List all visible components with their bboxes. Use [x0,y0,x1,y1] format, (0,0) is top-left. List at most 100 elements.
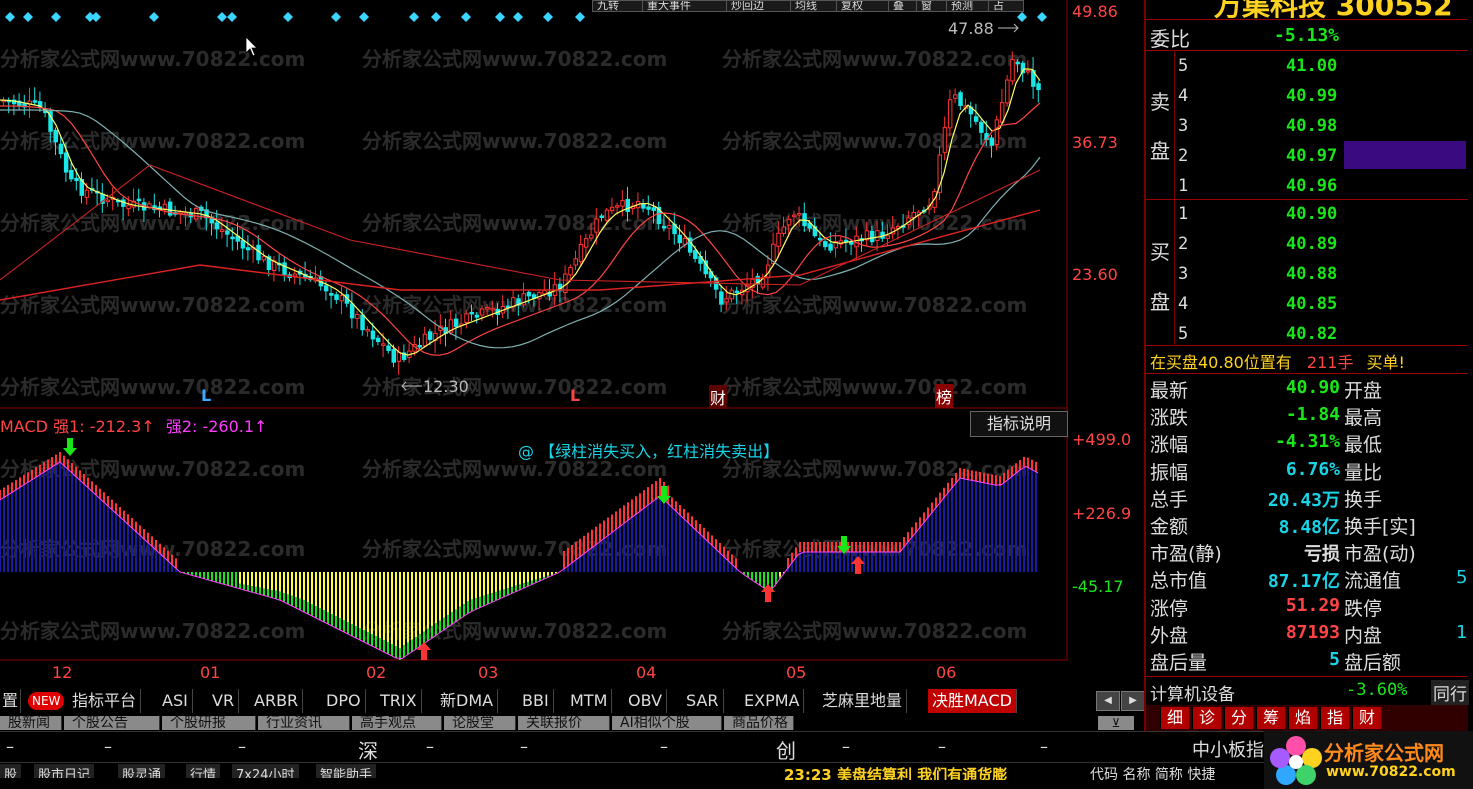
indicator-tab-0[interactable]: 指标平台 [68,689,142,713]
indicator-tab-3[interactable]: ARBR [250,689,304,713]
news-tab-5[interactable]: 论股堂 [444,716,516,730]
indicator-tab-8[interactable]: MTM [566,689,613,713]
news-tab-0[interactable]: 股新闻 [0,716,62,730]
tab-scroll-right-button[interactable]: ▶ [1121,691,1145,711]
toolbar-button-7[interactable]: 预测 [946,0,992,12]
indicator-tab-6[interactable]: 新DMA [436,689,499,713]
indicator-tab-11[interactable]: EXPMA [740,689,805,713]
quote-tab-3[interactable]: 筹 [1256,707,1285,729]
x-axis-label-jan: 01 [200,663,221,682]
indicator-tab-13[interactable]: 决胜MACD [928,689,1017,713]
toolbar-button-6[interactable]: 窗 [916,0,950,12]
news-tab-7[interactable]: AI相似个股 [612,716,722,730]
news-tab-1[interactable]: 个股公告 [64,716,160,730]
logo-url: www.70822.com [1326,764,1456,780]
stat-right-label-4: 换手 [1344,488,1383,511]
sell-level-price: 40.97 [1286,146,1338,166]
event-marker-l-blue[interactable]: L [201,386,211,405]
candle-body [781,226,786,234]
signal-diamond-11 [409,12,419,22]
indicator-tab-5[interactable]: TRIX [376,689,422,713]
candle-body [823,241,828,248]
indicator-tab-7[interactable]: BBI [518,689,554,713]
buy-level-price: 40.89 [1286,234,1338,254]
candle-body [651,207,656,211]
ticker-market-shenzhen[interactable]: 深 [358,735,378,764]
candle-body [105,199,110,203]
status-item-4[interactable]: 7x24小时 [232,764,299,778]
buy-level-2[interactable]: 2 40.89 [1176,229,1468,259]
sell-level-1[interactable]: 1 40.96 [1176,171,1468,201]
quote-tab-4[interactable]: 焰 [1288,707,1317,729]
event-marker-l-red[interactable]: L [570,386,580,405]
status-item-5[interactable]: 智能助手 [316,764,377,778]
toolbar-button-8[interactable]: 占 [988,0,1024,12]
news-tab-2[interactable]: 个股研报 [162,716,256,730]
macd-title-prefix: MACD [0,417,48,436]
sell-level-5[interactable]: 5 41.00 [1176,51,1468,81]
collapse-button[interactable]: ⊻ [1098,716,1134,730]
quote-tab-2[interactable]: 分 [1224,707,1253,729]
indicator-tab-9[interactable]: OBV [624,689,668,713]
quote-tab-1[interactable]: 诊 [1192,707,1221,729]
candle-body [942,127,948,153]
ticker-market-chinext[interactable]: 创 [776,735,796,764]
status-item-1[interactable]: 股市日记 [34,764,95,778]
candle-body [979,121,984,133]
candle-body [661,225,667,229]
sell-level-3[interactable]: 3 40.98 [1176,111,1468,141]
status-item-3[interactable]: 行情 [186,764,221,778]
indicator-tab-12[interactable]: 芝麻里地量 [818,689,908,713]
status-scrolling-news[interactable]: 23:23 美盘结算利 我们有通货膨 [784,764,1084,780]
status-item-0[interactable]: 股 [0,764,22,778]
candle-body [609,206,615,212]
stat-right-label-3: 量比 [1344,461,1383,484]
event-marker-rank[interactable]: 榜 [935,384,954,408]
quote-tab-6[interactable]: 财 [1352,707,1381,729]
candle-body [599,215,604,219]
status-item-2[interactable]: 股灵通 [118,764,166,778]
candle-body [1010,59,1015,82]
wei-bi-label: 委比 [1150,27,1190,51]
buy-level-3[interactable]: 3 40.88 [1176,259,1468,289]
buy-level-4[interactable]: 4 40.85 [1176,289,1468,319]
candle-body [989,137,994,146]
quote-tab-5[interactable]: 指 [1320,707,1349,729]
stat-value-6: 亏损 [1304,544,1340,566]
news-tab-6[interactable]: 关联报价 [518,716,610,730]
toolbar-button-3[interactable]: 均线 [790,0,840,12]
indicator-tab-1[interactable]: ASI [158,689,193,713]
news-tab-3[interactable]: 行业资讯 [258,716,350,730]
price-axis-label-top: 49.86 [1072,2,1118,21]
sell-level-price: 40.98 [1286,116,1338,136]
indicator-explain-button[interactable]: 指标说明 [970,411,1068,437]
watermark-2-0: 分析家公式网www.70822.com [0,211,305,235]
news-tab-8[interactable]: 商品价格 [724,716,794,730]
quote-tab-0[interactable]: 细 [1160,707,1189,729]
indicator-tab-10[interactable]: SAR [682,689,724,713]
candle-body [953,94,958,99]
toolbar-button-4[interactable]: 复权 [836,0,892,12]
tab-scroll-left-button[interactable]: ◀ [1096,691,1120,711]
sector-row[interactable]: 计算机设备 -3.60% 同行 [1146,677,1469,705]
toolbar-button-1[interactable]: 重大事件 [642,0,730,12]
toolbar-button-0[interactable]: 九转 [592,0,646,12]
indicator-tab-partial[interactable]: 置 [0,689,22,713]
chart-area[interactable]: 分析家公式网www.70822.com 分析家公式网www.70822.com 分析… [0,0,1146,689]
candle-body [973,116,979,122]
indicator-tab-4[interactable]: DPO [322,689,366,713]
news-tab-4[interactable]: 高手观点 [352,716,442,730]
sector-more-button[interactable]: 同行 [1431,680,1469,705]
ticker-market-sme[interactable]: 中小板指 [1192,736,1264,762]
alert-divider [1146,345,1468,346]
candle-body [791,214,797,218]
watermark-5-0: 分析家公式网www.70822.com [0,457,305,481]
indicator-tab-2[interactable]: VR [208,689,240,713]
low-price-annotation: 12.30 [423,377,469,396]
status-right-text[interactable]: 代码 名称 简称 快捷 [1090,764,1260,780]
candle-body [396,351,402,362]
toolbar-button-2[interactable]: 炒回边 [726,0,794,12]
sell-level-4[interactable]: 4 40.99 [1176,81,1468,111]
buy-level-1[interactable]: 1 40.90 [1176,199,1468,229]
event-marker-finance[interactable]: 财 [709,385,728,409]
